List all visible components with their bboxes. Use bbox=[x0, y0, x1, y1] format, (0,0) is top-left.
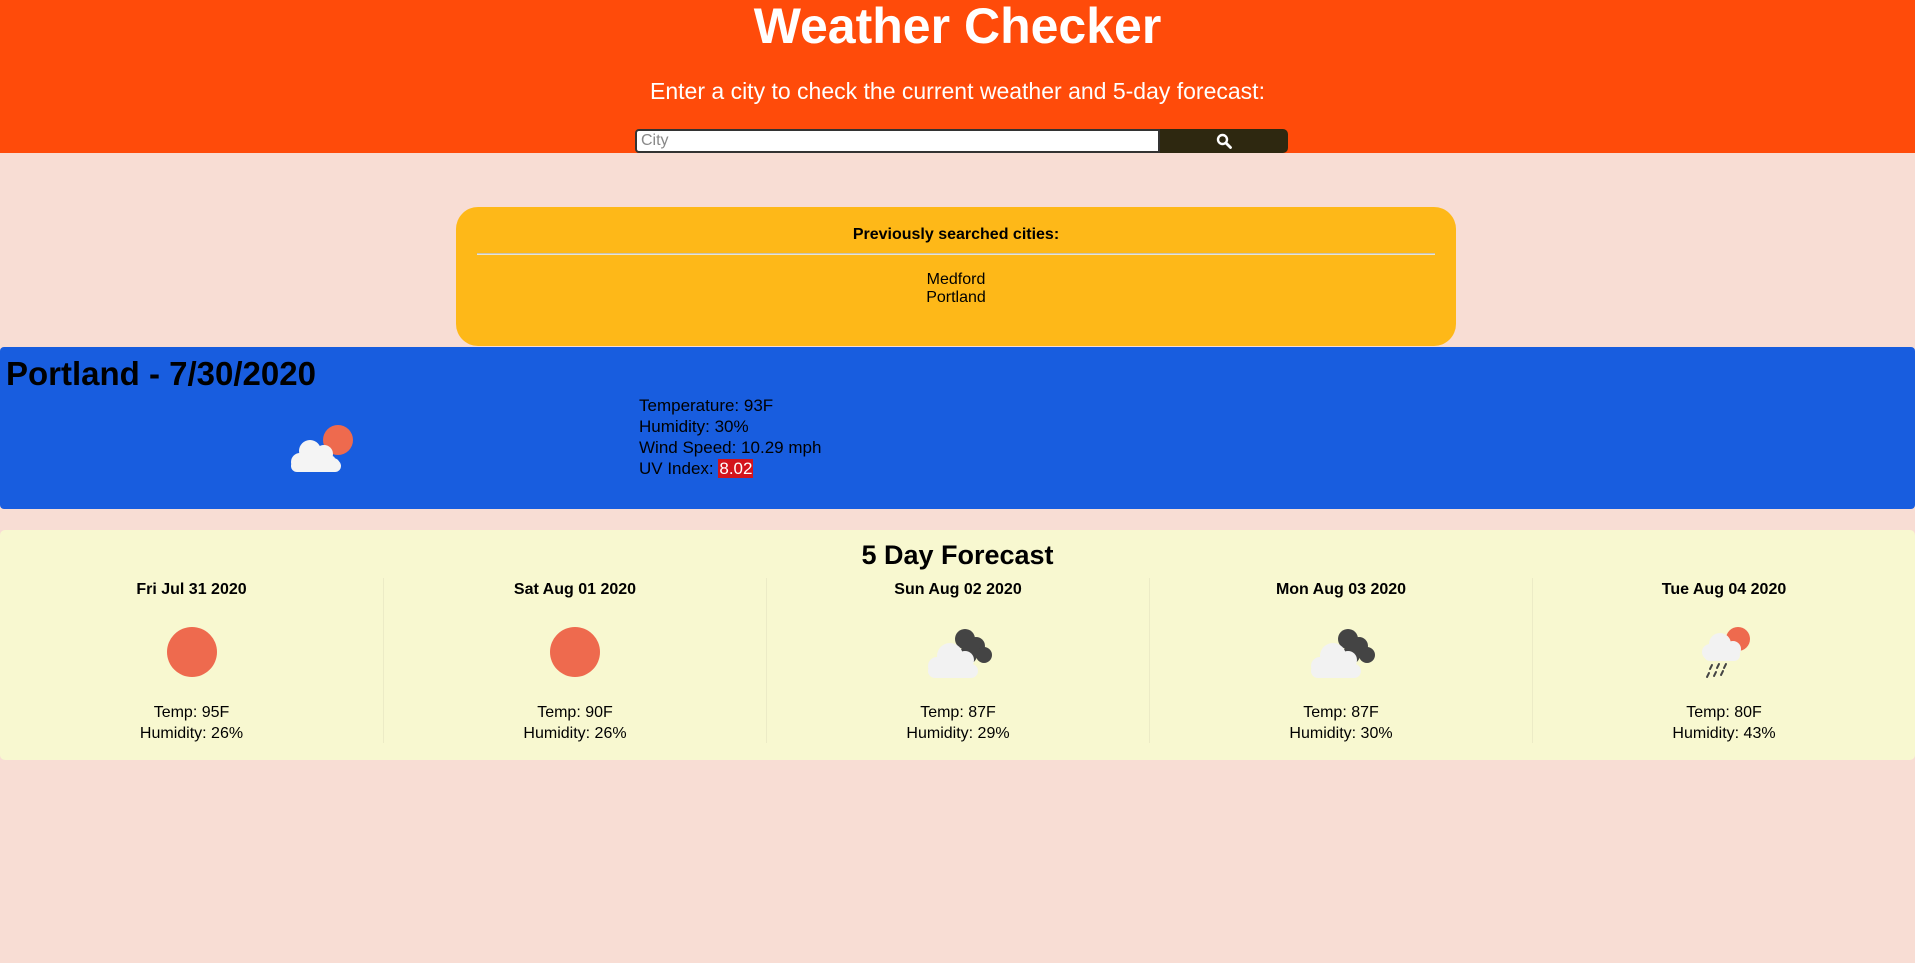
forecast-day-card: Sun Aug 02 2020 Temp: 87F Humidity: 29% bbox=[766, 578, 1149, 743]
search-button[interactable] bbox=[1160, 129, 1288, 153]
forecast-humidity: Humidity: 29% bbox=[906, 725, 1010, 742]
search-icon bbox=[1216, 133, 1232, 149]
search-history-panel: Previously searched cities: Medford Port… bbox=[456, 207, 1456, 346]
sun-icon bbox=[166, 627, 217, 677]
forecast-temp: Temp: 90F bbox=[537, 704, 613, 721]
current-weather-panel: Portland - 7/30/2020 Temperature: 93F Hu… bbox=[0, 347, 1915, 509]
current-uv-index: UV Index: 8.02 bbox=[639, 458, 821, 479]
forecast-day-card: Sat Aug 01 2020 Temp: 90F Humidity: 26% bbox=[383, 578, 766, 743]
city-search-input[interactable] bbox=[635, 129, 1160, 153]
history-city-portland[interactable]: Portland bbox=[456, 289, 1456, 307]
forecast-date: Mon Aug 03 2020 bbox=[1275, 581, 1407, 598]
forecast-temp: Temp: 87F bbox=[1303, 704, 1379, 721]
history-title: Previously searched cities: bbox=[852, 226, 1060, 243]
broken-clouds-icon bbox=[1311, 629, 1375, 678]
forecast-days: Fri Jul 31 2020 Temp: 95F Humidity: 26% … bbox=[0, 578, 1915, 743]
forecast-temp: Temp: 87F bbox=[920, 704, 996, 721]
uv-index-label: UV Index: bbox=[639, 459, 719, 478]
partly-cloudy-day-icon bbox=[291, 425, 353, 472]
forecast-date: Fri Jul 31 2020 bbox=[136, 581, 247, 598]
forecast-humidity: Humidity: 43% bbox=[1672, 725, 1776, 742]
broken-clouds-icon bbox=[928, 629, 992, 678]
history-city-medford[interactable]: Medford bbox=[456, 271, 1456, 289]
current-details: Temperature: 93F Humidity: 30% Wind Spee… bbox=[639, 395, 821, 479]
forecast-panel: 5 Day Forecast Fri Jul 31 2020 Temp: 95F… bbox=[0, 530, 1915, 760]
forecast-humidity: Humidity: 26% bbox=[523, 725, 627, 742]
forecast-date: Tue Aug 04 2020 bbox=[1661, 581, 1787, 598]
current-wind-speed: Wind Speed: 10.29 mph bbox=[639, 438, 822, 457]
history-divider bbox=[477, 253, 1435, 255]
header: Weather Checker Enter a city to check th… bbox=[0, 0, 1915, 153]
forecast-humidity: Humidity: 30% bbox=[1289, 725, 1393, 742]
current-temperature: Temperature: 93F bbox=[639, 396, 774, 415]
history-list: Medford Portland bbox=[456, 271, 1456, 307]
forecast-day-card: Mon Aug 03 2020 Temp: 87F Humidity: 30% bbox=[1149, 578, 1532, 743]
uv-index-badge: 8.02 bbox=[718, 459, 754, 478]
app-title: Weather Checker bbox=[753, 0, 1162, 54]
forecast-date: Sat Aug 01 2020 bbox=[513, 581, 637, 598]
current-city-date: Portland - 7/30/2020 bbox=[6, 355, 316, 392]
forecast-day-card: Tue Aug 04 2020 Temp: 80F Humidity: 43% bbox=[1532, 578, 1915, 743]
forecast-date: Sun Aug 02 2020 bbox=[894, 581, 1022, 598]
forecast-humidity: Humidity: 26% bbox=[139, 725, 244, 742]
search-form bbox=[635, 129, 1288, 153]
subtitle: Enter a city to check the current weathe… bbox=[650, 78, 1265, 104]
forecast-temp: Temp: 80F bbox=[1686, 704, 1762, 721]
rain-sun-icon bbox=[1702, 627, 1750, 678]
forecast-title: 5 Day Forecast bbox=[861, 540, 1054, 570]
sun-icon bbox=[550, 627, 600, 677]
forecast-temp: Temp: 95F bbox=[153, 704, 230, 721]
forecast-day-card: Fri Jul 31 2020 Temp: 95F Humidity: 26% bbox=[0, 578, 383, 743]
current-humidity: Humidity: 30% bbox=[639, 417, 749, 436]
